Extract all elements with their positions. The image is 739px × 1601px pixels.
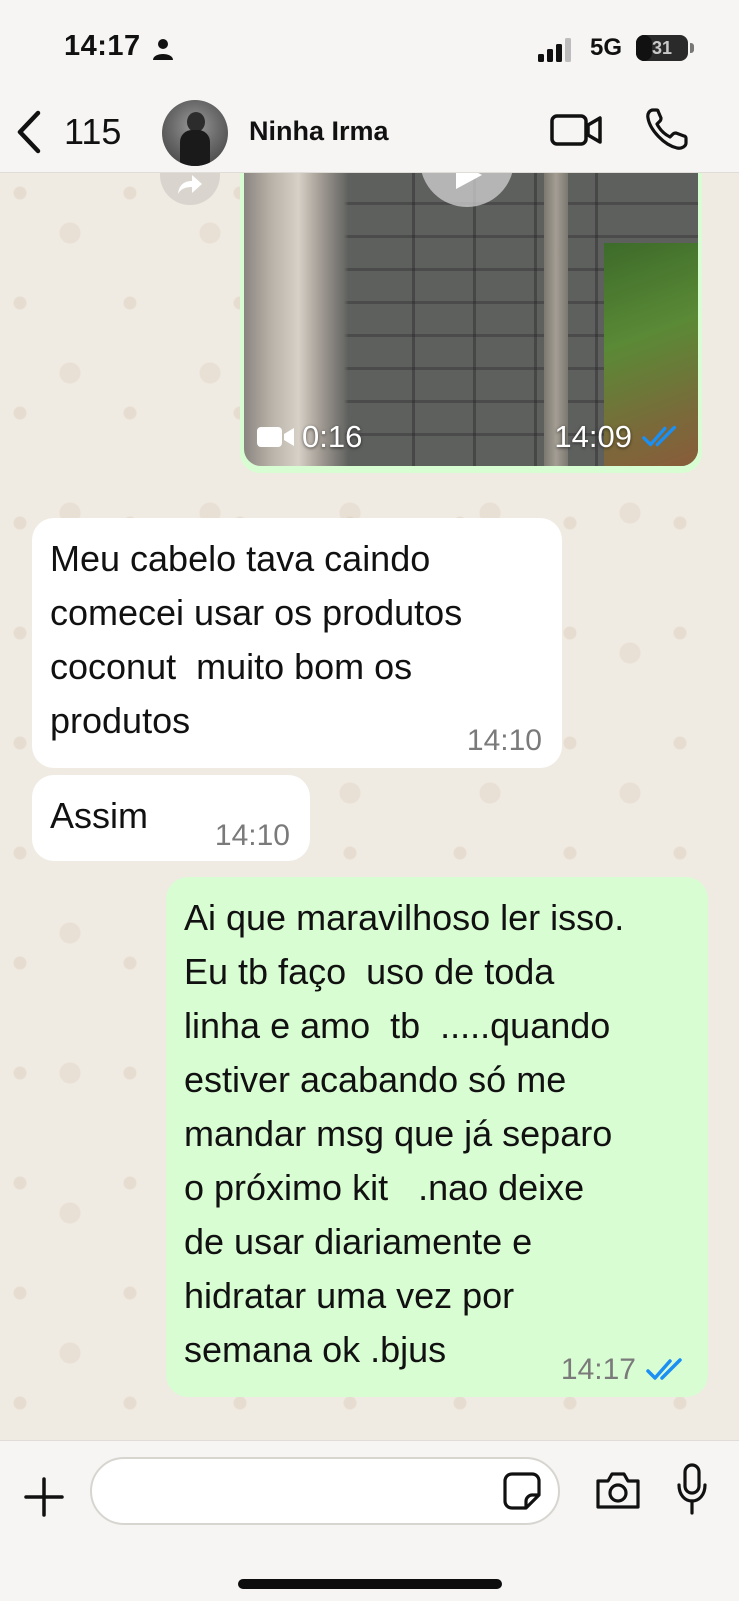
- avatar-body: [180, 130, 210, 166]
- microphone-icon[interactable]: [676, 1463, 708, 1517]
- double-check-icon: [642, 425, 677, 447]
- avatar[interactable]: [162, 100, 228, 166]
- camera-icon[interactable]: [594, 1469, 642, 1511]
- video-duration: 0:16: [256, 419, 362, 455]
- video-thumbnail[interactable]: 0:16 14:09: [244, 173, 698, 466]
- back-button[interactable]: 115: [14, 104, 121, 160]
- plus-icon[interactable]: [22, 1475, 66, 1519]
- battery-level: 31: [651, 38, 673, 58]
- message-bubble-outgoing[interactable]: Ai que maravilhoso ler isso. Eu tb faço …: [166, 877, 708, 1397]
- video-camera-icon[interactable]: [550, 110, 602, 150]
- forward-button[interactable]: [160, 173, 220, 205]
- video-time-text: 14:09: [554, 419, 632, 454]
- message-time: 14:10: [466, 724, 542, 757]
- person-icon: [153, 39, 173, 60]
- battery-icon: 31: [636, 35, 688, 61]
- network-type: 5G: [590, 34, 623, 61]
- input-bar: [0, 1440, 739, 1601]
- message-input[interactable]: [90, 1457, 560, 1525]
- forward-icon: [178, 175, 202, 194]
- message-time: 14:10: [214, 819, 290, 852]
- phone-icon[interactable]: [644, 106, 690, 152]
- chevron-left-icon: [17, 110, 41, 154]
- video-duration-text: 0:16: [302, 419, 363, 454]
- message-time: 14:17: [560, 1353, 636, 1386]
- video-time: 14:09: [554, 419, 682, 455]
- status-bar: 14:17 5G 31: [0, 0, 739, 100]
- video-message[interactable]: 0:16 14:09: [240, 173, 702, 473]
- double-check-icon: [646, 1358, 682, 1380]
- chat-header: 115 Ninha Irma: [0, 100, 739, 173]
- message-text: Meu cabelo tava caindo comecei usar os p…: [50, 538, 463, 741]
- video-camera-icon: [257, 427, 294, 447]
- status-time: 14:17: [64, 30, 141, 62]
- message-text: Ai que maravilhoso ler isso. Eu tb faço …: [184, 897, 625, 1370]
- unread-chats-count: 115: [64, 111, 122, 152]
- signal-icon: [538, 38, 571, 62]
- avatar-head: [187, 112, 205, 132]
- play-icon: [456, 173, 482, 189]
- contact-name[interactable]: Ninha Irma: [249, 116, 389, 147]
- message-bubble-incoming[interactable]: Meu cabelo tava caindo comecei usar os p…: [32, 518, 562, 768]
- chat-area[interactable]: 0:16 14:09 Meu cabelo tava caindo comece…: [0, 173, 739, 1440]
- message-bubble-incoming[interactable]: Assim 14:10: [32, 775, 310, 861]
- battery-nub: [690, 43, 694, 53]
- sticker-icon[interactable]: [502, 1471, 542, 1511]
- home-indicator: [238, 1579, 502, 1589]
